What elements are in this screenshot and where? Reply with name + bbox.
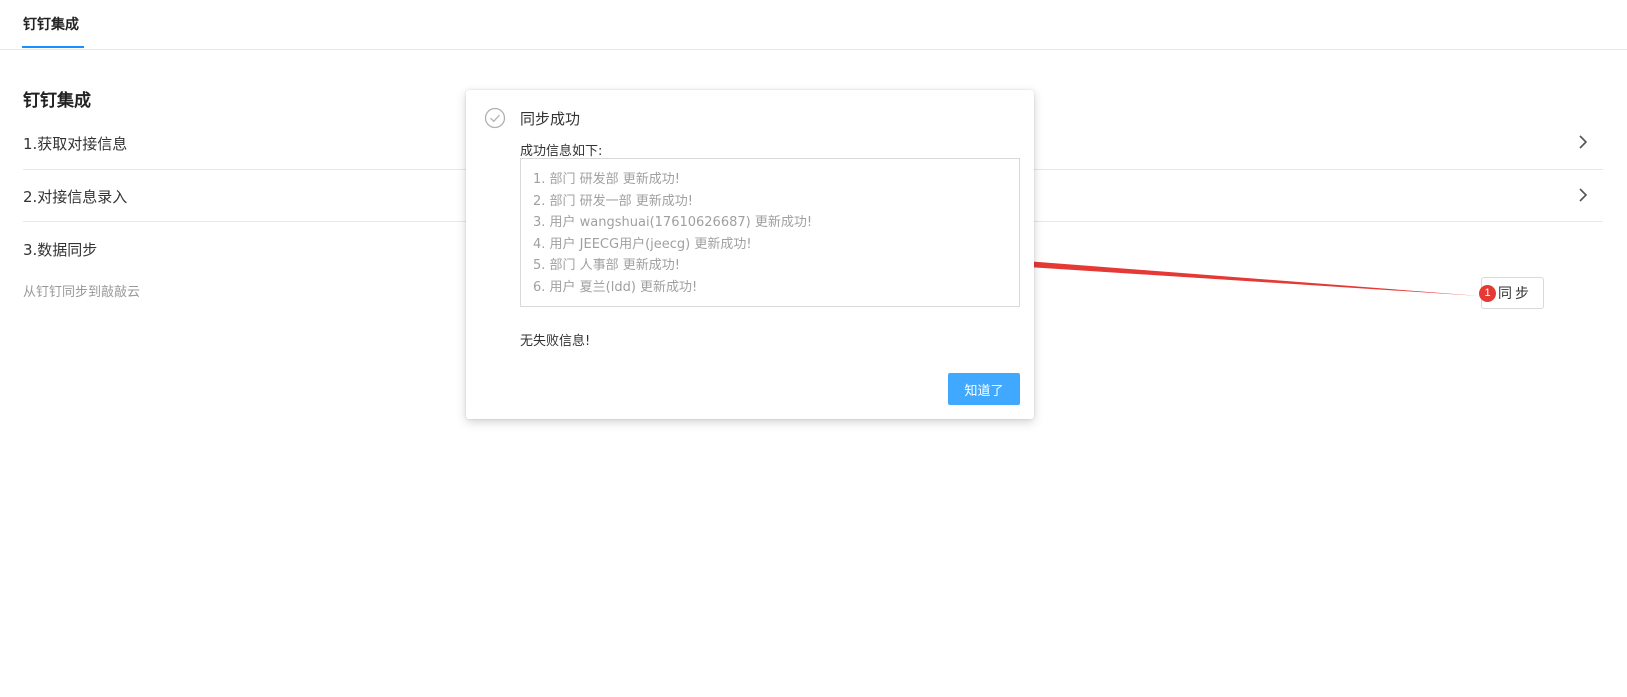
check-circle-icon xyxy=(484,107,506,129)
result-line: 1. 部门 研发部 更新成功! xyxy=(533,172,681,187)
item-data-sync: 3.数据同步 xyxy=(23,241,98,259)
tab-dingtalk-integration[interactable]: 钉钉集成 xyxy=(23,14,79,34)
result-line: 5. 部门 人事部 更新成功! xyxy=(533,258,681,273)
item-label: 2.对接信息录入 xyxy=(23,188,128,206)
item-label: 1.获取对接信息 xyxy=(23,135,128,153)
chevron-right-icon xyxy=(1579,135,1588,149)
result-line: 6. 用户 夏兰(ldd) 更新成功! xyxy=(533,279,698,295)
sync-result-modal: 同步成功 成功信息如下: 1. 部门 研发部 更新成功! 2. 部门 研发一部 … xyxy=(466,90,1034,419)
result-line: 4. 用户 JEECG用户(jeecg) 更新成功! xyxy=(533,236,752,252)
annotation-step-badge: 1 xyxy=(1479,285,1496,302)
sync-description: 从钉钉同步到敲敲云 xyxy=(23,285,141,300)
failure-message: 无失败信息! xyxy=(520,334,591,349)
chevron-right-icon xyxy=(1579,188,1588,202)
result-line: 3. 用户 wangshuai(17610626687) 更新成功! xyxy=(533,215,813,230)
result-list[interactable]: 1. 部门 研发部 更新成功! 2. 部门 研发一部 更新成功! 3. 用户 w… xyxy=(520,158,1020,307)
result-line: 2. 部门 研发一部 更新成功! xyxy=(533,193,694,209)
modal-title: 同步成功 xyxy=(520,110,581,128)
active-tab-indicator xyxy=(22,46,84,48)
modal-subtitle: 成功信息如下: xyxy=(520,144,603,159)
section-title: 钉钉集成 xyxy=(23,91,91,111)
tab-bar: 钉钉集成 xyxy=(0,0,1627,50)
acknowledge-button[interactable]: 知道了 xyxy=(948,373,1020,405)
